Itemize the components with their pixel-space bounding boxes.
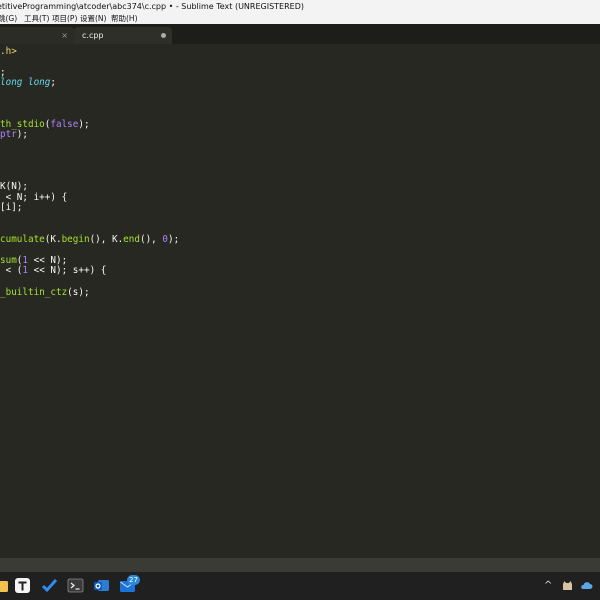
cloud-icon[interactable] — [580, 579, 593, 592]
code-line: cumulate(K.begin(), K.end(), 0); — [0, 234, 180, 245]
menu-bar: 跳(G) 工具(T) 项目(P) 设置(N) 帮助(H) — [0, 13, 600, 24]
tab-previous-file[interactable]: × — [0, 27, 74, 44]
outlook-mail-icon[interactable] — [93, 577, 110, 594]
todo-check-icon[interactable] — [41, 577, 58, 594]
unsaved-dot-icon[interactable] — [161, 33, 166, 38]
code-line: K(N); — [0, 181, 28, 192]
code-line: .h> — [0, 46, 17, 57]
cat-tray-icon[interactable] — [561, 579, 574, 592]
code-line: ptr); — [0, 129, 28, 140]
code-line: long long; — [0, 77, 56, 88]
menu-tools[interactable]: 工具(T) — [24, 13, 49, 24]
terminal-icon[interactable] — [67, 577, 84, 594]
status-bar — [0, 558, 600, 572]
code-line: _builtin_ctz(s); — [0, 287, 90, 298]
menu-goto[interactable]: 跳(G) — [0, 13, 17, 24]
menu-project[interactable]: 项目(P) — [52, 13, 77, 24]
tab-bar: × c.cpp — [0, 24, 600, 44]
notification-badge: 27 — [127, 575, 140, 585]
file-explorer-icon[interactable] — [0, 577, 9, 594]
menu-preferences[interactable]: 设置(N) — [80, 13, 106, 24]
tab-c-cpp[interactable]: c.cpp — [74, 27, 172, 44]
tab-label: c.cpp — [82, 31, 104, 40]
menu-help[interactable]: 帮助(H) — [111, 13, 138, 24]
code-line: < (1 << N); s++) { — [0, 265, 107, 276]
chevron-up-icon[interactable]: ^ — [544, 580, 552, 591]
window-title: etitiveProgramming\atcoder\abc374\c.cpp … — [0, 2, 304, 11]
windows-taskbar: 27 ^ — [0, 572, 600, 600]
code-line: [i]; — [0, 202, 23, 213]
typora-icon[interactable] — [14, 577, 31, 594]
window-titlebar: etitiveProgramming\atcoder\abc374\c.cpp … — [0, 0, 600, 13]
tab-close-icon[interactable]: × — [61, 27, 68, 44]
code-editor[interactable]: .h> ; long long; th_stdio(false); ptr); … — [0, 44, 600, 558]
